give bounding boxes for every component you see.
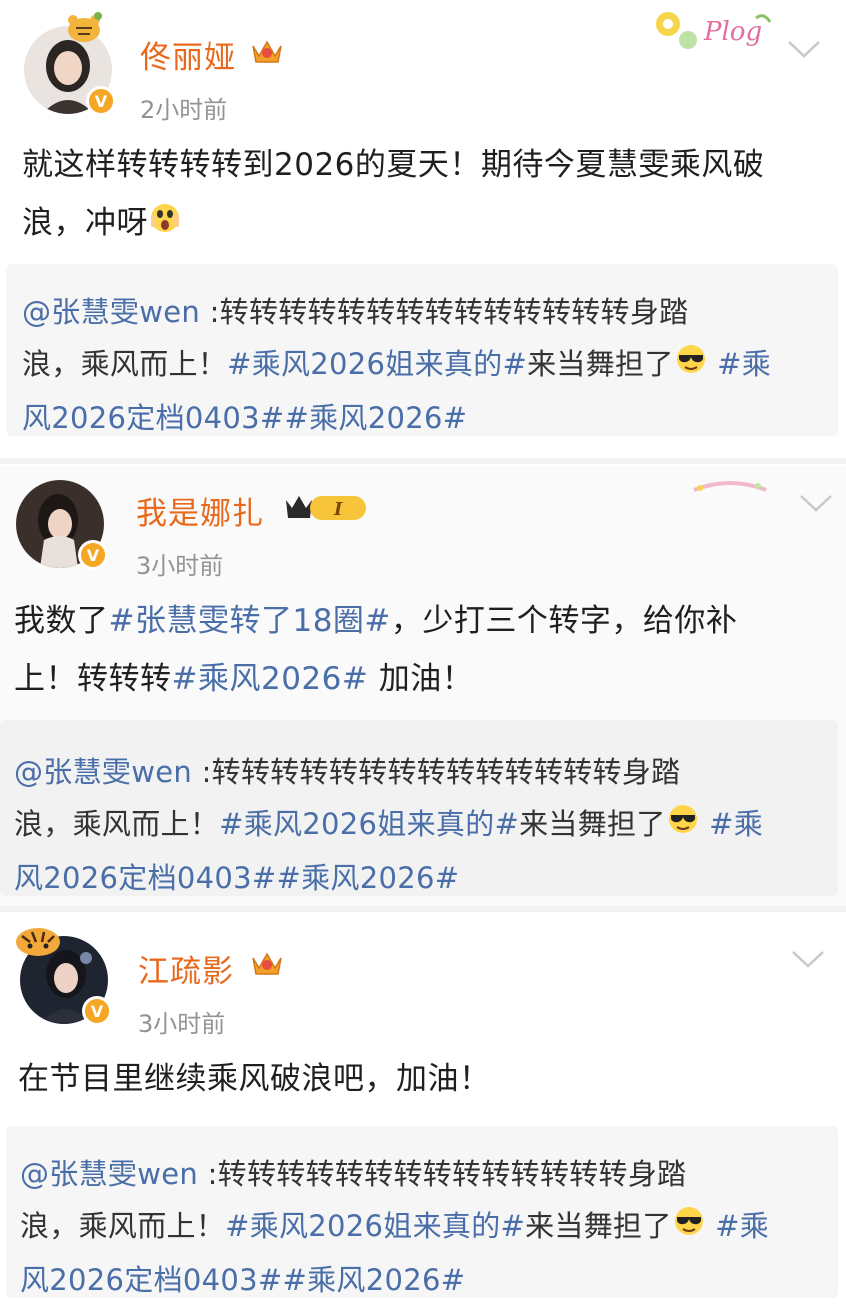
quoted-text: @张慧雯wen :转转转转转转转转转转转转转转身踏 浪，乘风而上！#乘风2026… xyxy=(14,746,830,904)
avatar[interactable]: V xyxy=(16,928,112,1026)
hashtag-link[interactable]: #乘风2026# xyxy=(285,401,468,435)
hashtag-link[interactable]: #乘风2026姐来真的# xyxy=(227,347,527,381)
sunglasses-emoji-icon xyxy=(666,800,700,852)
quote-body-1: 转转转转转转转转转转转转转转身踏 xyxy=(217,1157,687,1191)
comment-segment: 加油！ xyxy=(368,661,474,697)
quote-body-1: 转转转转转转转转转转转转转转身踏 xyxy=(211,755,681,789)
quoted-original-post[interactable]: @张慧雯wen :转转转转转转转转转转转转转转身踏 浪，乘风而上！#乘风2026… xyxy=(6,1126,838,1298)
hashtag-link[interactable]: #乘风2026# xyxy=(283,1263,466,1297)
comment-card: V 江疏影 3小时前 在节目里继续乘风破浪吧，加油！ @张慧雯wen:转转转转… xyxy=(0,912,846,1308)
chevron-down-icon[interactable] xyxy=(786,38,822,60)
hashtag-link[interactable]: #乘风2026姐来真的# xyxy=(225,1209,525,1243)
avatar[interactable]: V xyxy=(16,480,108,570)
comment-line-1: 就这样转转转转到2026的夏天！期待今夏慧雯乘风破 xyxy=(22,147,765,183)
quoted-original-post[interactable]: @张慧雯wen :转转转转转转转转转转转转转转身踏 浪，乘风而上！#乘风2026… xyxy=(6,264,838,436)
comment-card: V 我是娜扎 I 3小时前 我数了#张慧雯转了18圈#，少打三个转字，给你补 上… xyxy=(0,466,846,906)
quote-body-3: 来当舞担了 xyxy=(527,347,674,381)
quoted-text: @张慧雯wen :转转转转转转转转转转转转转转身踏 浪，乘风而上！#乘风2026… xyxy=(20,1148,832,1306)
author-name[interactable]: 佟丽娅 xyxy=(140,32,236,77)
weibo-comment-feed: V 佟丽娅 2小时前 Plog 就这样转转转转到2026的夏天！期待今夏慧雯乘风… xyxy=(0,0,846,1308)
comment-text: 在节目里继续乘风破浪吧，加油！ xyxy=(18,1061,491,1097)
crown-icon xyxy=(250,36,284,70)
quote-body-3: 来当舞担了 xyxy=(519,807,666,841)
comment-line-2: 浪，冲呀 xyxy=(22,205,148,241)
hashtag-link[interactable]: #乘风2026# xyxy=(172,661,369,697)
svg-text:Plog: Plog xyxy=(703,17,762,47)
mention-link[interactable]: @张慧雯wen xyxy=(14,755,192,789)
comment-text: 就这样转转转转到2026的夏天！期待今夏慧雯乘风破 浪，冲呀 xyxy=(22,136,822,254)
quote-separator: : xyxy=(192,755,212,789)
svg-text:I: I xyxy=(333,499,343,520)
chevron-down-icon[interactable] xyxy=(790,948,826,970)
verified-badge-icon: V xyxy=(86,86,116,116)
quoted-text: @张慧雯wen :转转转转转转转转转转转转转转身踏 浪，乘风而上！#乘风2026… xyxy=(22,286,832,444)
hashtag-link[interactable]: #乘 xyxy=(709,807,763,841)
comment-text: 我数了#张慧雯转了18圈#，少打三个转字，给你补 上！转转转#乘风2026# 加… xyxy=(14,592,834,708)
quoted-original-post[interactable]: @张慧雯wen :转转转转转转转转转转转转转转身踏 浪，乘风而上！#乘风2026… xyxy=(0,720,838,896)
comment-segment: ，少打三个转字，给你补 xyxy=(390,603,738,639)
quote-separator: : xyxy=(200,295,220,329)
quote-separator: : xyxy=(198,1157,218,1191)
hashtag-link[interactable]: #乘风2026姐来真的# xyxy=(219,807,519,841)
member-level-badge: I xyxy=(284,490,374,528)
mention-link[interactable]: @张慧雯wen xyxy=(22,295,200,329)
comment-segment: 我数了 xyxy=(14,603,109,639)
hashtag-link[interactable]: #乘风2026# xyxy=(277,861,460,895)
divider xyxy=(0,458,846,464)
quote-body-2: 浪，乘风而上！ xyxy=(14,807,220,841)
comment-segment: 上！转转转 xyxy=(14,661,172,697)
hashtag-link[interactable]: 风2026定档0403# xyxy=(20,1263,283,1297)
plog-sticker: Plog xyxy=(652,4,776,60)
sunglasses-emoji-icon xyxy=(672,1202,706,1254)
quote-body-2: 浪，乘风而上！ xyxy=(22,347,228,381)
quote-body-2: 浪，乘风而上！ xyxy=(20,1209,226,1243)
author-name[interactable]: 我是娜扎 xyxy=(136,488,264,533)
screaming-emoji-icon xyxy=(148,196,182,254)
post-time: 3小时前 xyxy=(136,552,224,580)
hashtag-link[interactable]: #张慧雯转了18圈# xyxy=(109,603,391,639)
mention-link[interactable]: @张慧雯wen xyxy=(20,1157,198,1191)
avatar[interactable]: V xyxy=(24,12,116,116)
chevron-down-icon[interactable] xyxy=(798,492,834,514)
hashtag-link[interactable]: #乘 xyxy=(717,347,771,381)
tiger-sticker-icon xyxy=(64,12,104,48)
hashtag-link[interactable]: 风2026定档0403# xyxy=(14,861,277,895)
post-time: 3小时前 xyxy=(138,1010,226,1038)
quote-body-3: 来当舞担了 xyxy=(525,1209,672,1243)
verified-badge-icon: V xyxy=(78,540,108,570)
hashtag-link[interactable]: 风2026定档0403# xyxy=(22,401,285,435)
post-time: 2小时前 xyxy=(140,96,228,124)
comment-card: V 佟丽娅 2小时前 Plog 就这样转转转转到2026的夏天！期待今夏慧雯乘风… xyxy=(0,0,846,462)
sunglasses-emoji-icon xyxy=(674,340,708,392)
quote-body-1: 转转转转转转转转转转转转转转身踏 xyxy=(219,295,689,329)
hashtag-link[interactable]: #乘 xyxy=(715,1209,769,1243)
tiger-sticker-icon xyxy=(12,924,66,962)
sticker-decoration xyxy=(690,472,770,500)
crown-icon xyxy=(250,948,284,982)
verified-badge-icon: V xyxy=(82,996,112,1026)
author-name[interactable]: 江疏影 xyxy=(138,946,234,991)
